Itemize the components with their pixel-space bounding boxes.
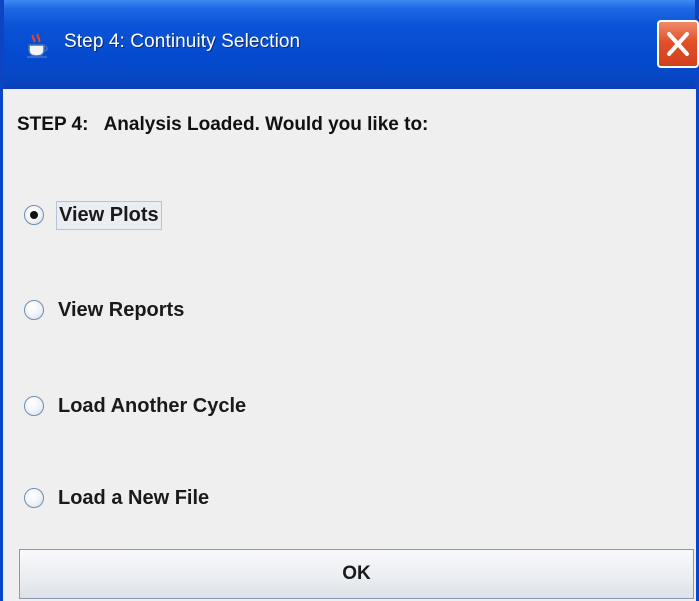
radio-selected-dot	[30, 211, 38, 219]
dialog-window: Step 4: Continuity Selection STEP 4: Ana…	[0, 0, 699, 601]
step-prompt: STEP 4: Analysis Loaded. Would you like …	[17, 114, 429, 135]
radio-label[interactable]: View Reports	[56, 297, 186, 324]
radio-label[interactable]: Load a New File	[56, 485, 211, 512]
radio-button[interactable]	[24, 205, 44, 225]
radio-button[interactable]	[24, 300, 44, 320]
ok-button[interactable]: OK	[19, 549, 694, 599]
java-cup-icon	[24, 32, 52, 60]
radio-label[interactable]: Load Another Cycle	[56, 393, 248, 420]
close-icon	[667, 32, 689, 56]
window-frame-left	[0, 89, 3, 601]
radio-option-view-plots[interactable]: View Plots	[24, 199, 162, 231]
radio-button[interactable]	[24, 396, 44, 416]
title-bar[interactable]: Step 4: Continuity Selection	[0, 0, 699, 89]
radio-option-load-another-cycle[interactable]: Load Another Cycle	[24, 390, 248, 422]
radio-label[interactable]: View Plots	[56, 200, 162, 230]
radio-option-view-reports[interactable]: View Reports	[24, 294, 186, 326]
radio-button[interactable]	[24, 488, 44, 508]
close-button[interactable]	[657, 20, 699, 68]
window-title: Step 4: Continuity Selection	[64, 31, 301, 52]
radio-option-load-new-file[interactable]: Load a New File	[24, 482, 211, 514]
